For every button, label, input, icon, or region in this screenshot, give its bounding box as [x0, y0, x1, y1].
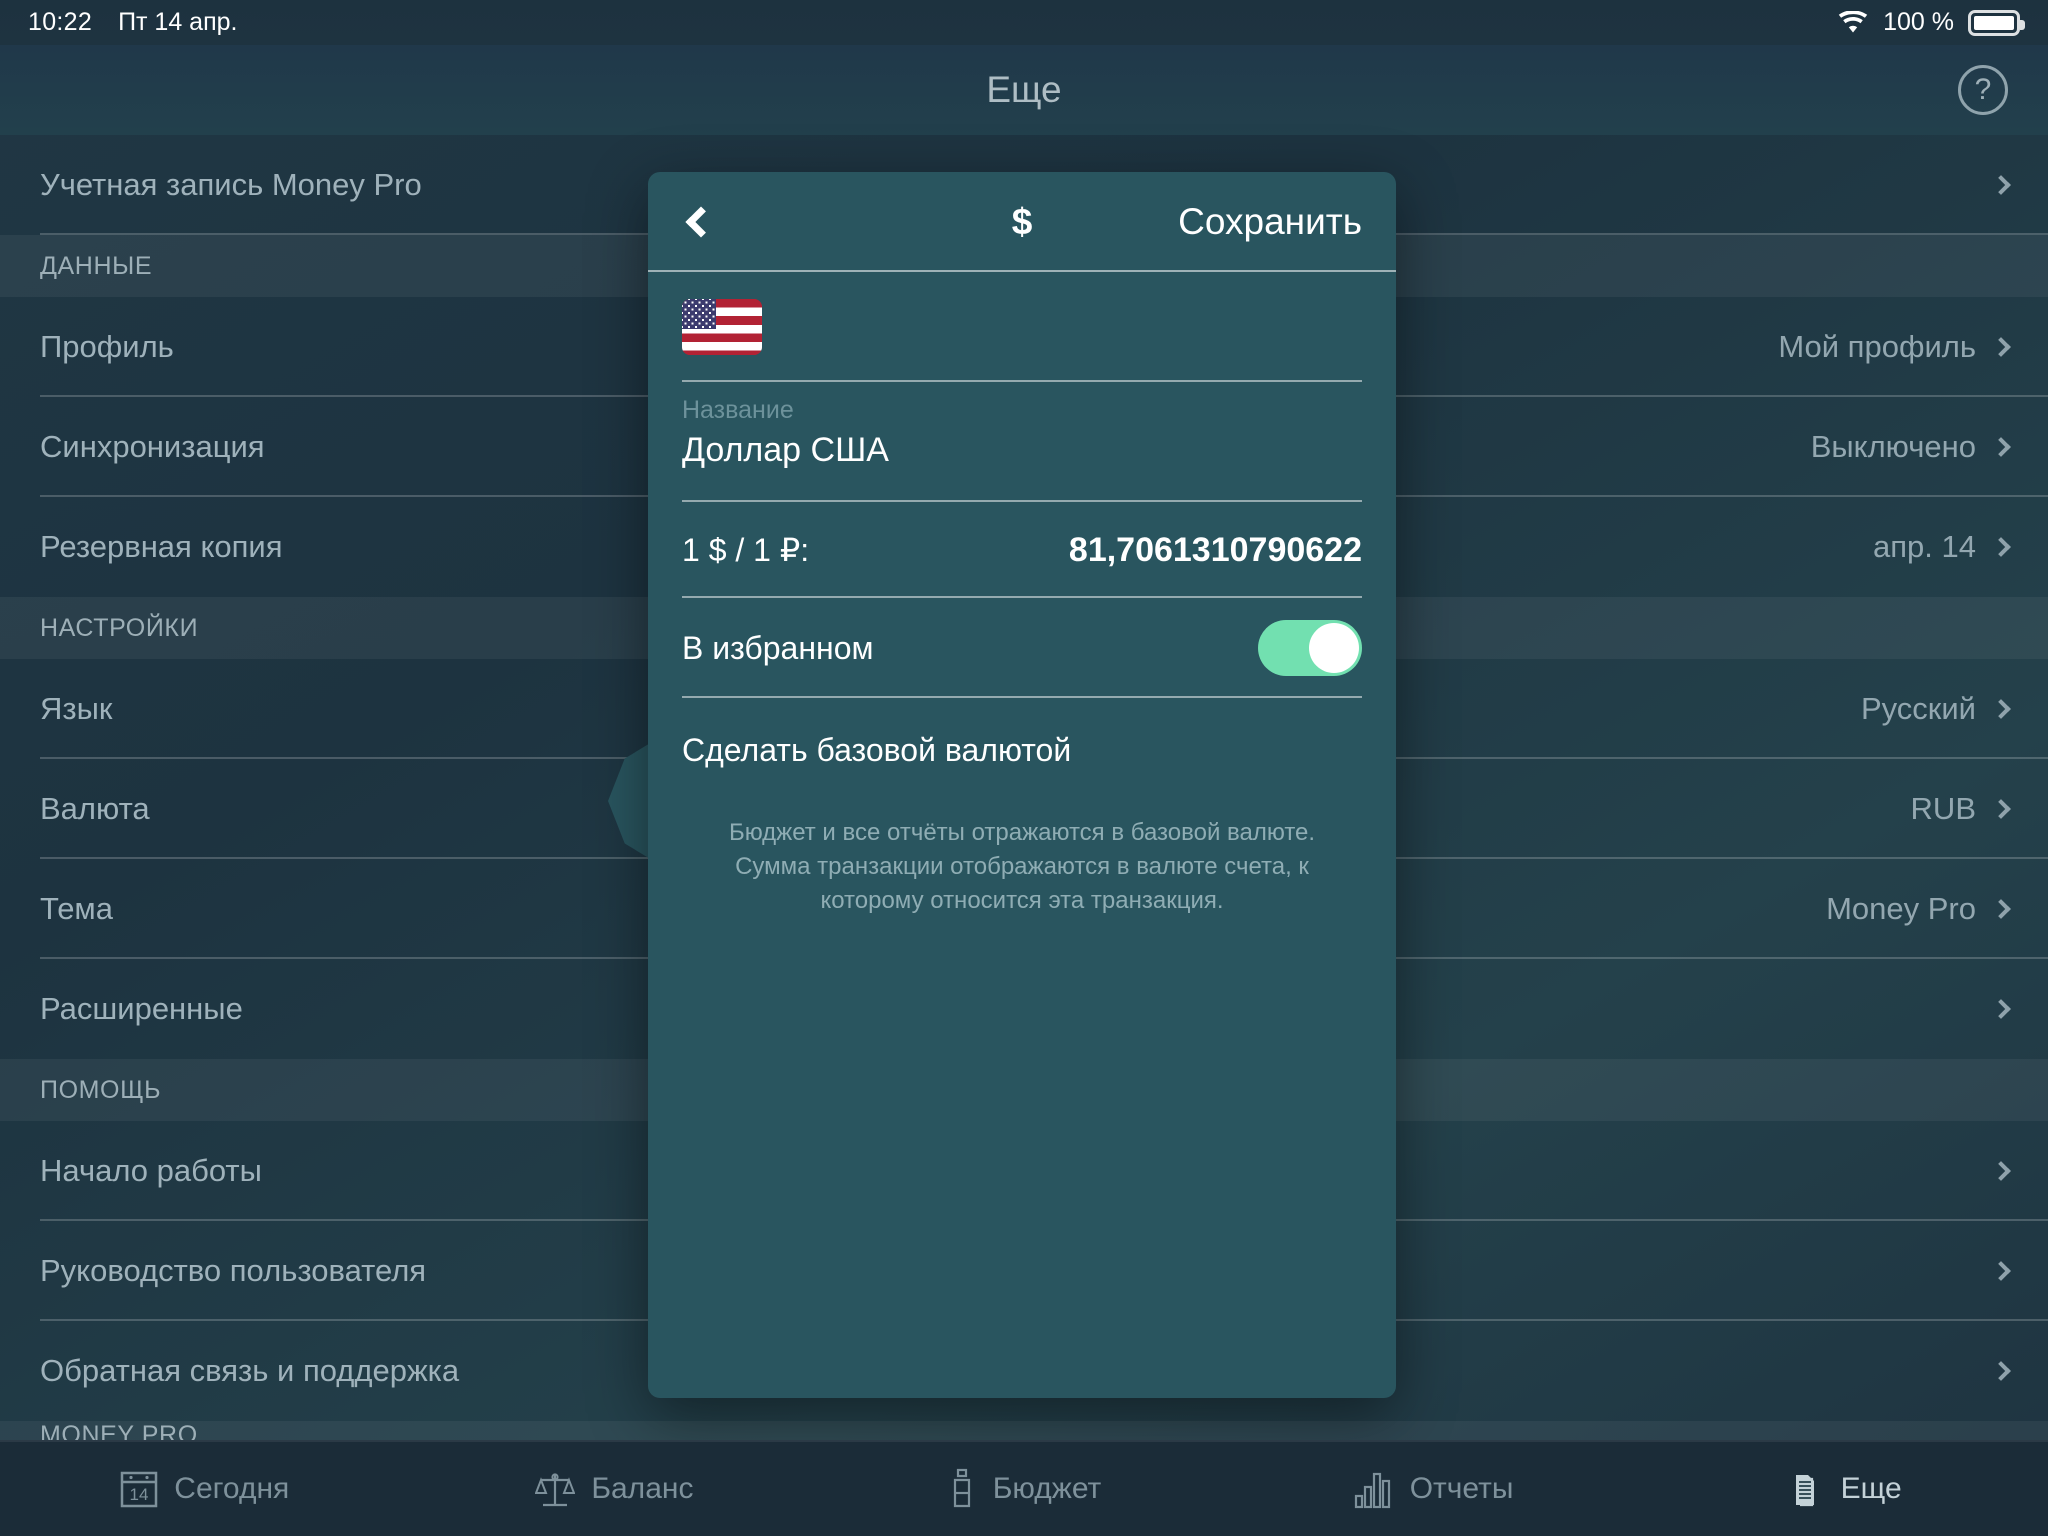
- exchange-rate-row[interactable]: 1 $ / 1 ₽: 81,7061310790622: [648, 502, 1396, 598]
- exchange-rate-value: 81,7061310790622: [1068, 530, 1362, 569]
- favorite-row: В избранном: [648, 598, 1396, 698]
- favorite-label: В избранном: [682, 629, 874, 666]
- chevron-right-icon: [1991, 337, 2011, 357]
- page-title: Еще: [986, 69, 1062, 110]
- popover-note: Бюджет и все отчёты отражаются в базовой…: [728, 819, 1316, 915]
- calendar-icon: 14: [120, 1469, 158, 1509]
- chevron-right-icon: [1991, 1161, 2011, 1181]
- scales-icon: [535, 1469, 576, 1509]
- us-flag-icon: [682, 299, 762, 355]
- currency-popover: $ Сохранить Название Доллар США 1 $ / 1 …: [648, 172, 1396, 1398]
- tab-label: Сегодня: [174, 1472, 290, 1505]
- tab-bar: 14 Сегодня Баланс Бюджет Отчеты Еще: [0, 1440, 2048, 1536]
- flag-row: [648, 272, 1396, 382]
- tab-label: Отчеты: [1409, 1472, 1514, 1505]
- tab-today[interactable]: 14 Сегодня: [0, 1469, 410, 1509]
- nav-header: Еще ?: [0, 45, 2048, 135]
- list-item-value: Русский: [1860, 691, 1976, 726]
- currency-name-field[interactable]: Название Доллар США: [648, 382, 1396, 502]
- chevron-right-icon: [1991, 999, 2011, 1019]
- tab-label: Бюджет: [992, 1472, 1102, 1505]
- battery-full-icon: [1968, 9, 2025, 36]
- section-header-label: НАСТРОЙКИ: [40, 613, 199, 642]
- chevron-right-icon: [1991, 899, 2011, 919]
- section-header-label: ДАННЫЕ: [40, 251, 153, 280]
- battery-percent: 100 %: [1883, 8, 1954, 36]
- list-item-value: RUB: [1910, 791, 1976, 826]
- chevron-right-icon: [1991, 1261, 2011, 1281]
- chevron-right-icon: [1991, 537, 2011, 557]
- currency-name-value: Доллар США: [682, 431, 889, 469]
- svg-text:14: 14: [130, 1485, 149, 1504]
- make-base-currency-label: Сделать базовой валютой: [682, 731, 1072, 768]
- bar-chart-icon: [1354, 1469, 1394, 1509]
- chevron-right-icon: [1991, 1361, 2011, 1381]
- documents-icon: [1785, 1467, 1825, 1511]
- list-item-value: апр. 14: [1873, 529, 1976, 564]
- chevron-right-icon: [1991, 437, 2011, 457]
- tab-label: Еще: [1840, 1472, 1902, 1505]
- chevron-right-icon: [1991, 699, 2011, 719]
- app-root: 10:22 Пт 14 апр. 100 % Еще ? Учетная зап…: [0, 0, 2048, 1536]
- tab-budget[interactable]: Бюджет: [819, 1468, 1229, 1510]
- popover-header: $ Сохранить: [648, 172, 1396, 272]
- status-time: 10:22: [28, 8, 93, 36]
- wifi-icon: [1837, 10, 1869, 35]
- currency-name-label: Название: [682, 396, 794, 424]
- status-right-cluster: 100 %: [1837, 8, 2025, 37]
- tab-reports[interactable]: Отчеты: [1229, 1469, 1639, 1509]
- favorite-toggle[interactable]: [1258, 620, 1362, 676]
- list-item-value: Выключено: [1810, 429, 1976, 464]
- tab-balance[interactable]: Баланс: [410, 1469, 820, 1509]
- tab-label: Баланс: [591, 1472, 694, 1505]
- exchange-rate-label: 1 $ / 1 ₽:: [682, 532, 810, 568]
- tab-more[interactable]: Еще: [1638, 1467, 2048, 1511]
- chevron-right-icon: [1991, 175, 2011, 195]
- status-bar: 10:22 Пт 14 апр. 100 %: [0, 0, 2048, 45]
- list-item-value: Мой профиль: [1778, 329, 1976, 364]
- section-header-label: ПОМОЩЬ: [40, 1075, 162, 1104]
- save-button[interactable]: Сохранить: [1178, 201, 1362, 243]
- list-item-value: Money Pro: [1826, 891, 1976, 926]
- question-mark-icon[interactable]: ?: [1958, 65, 2008, 115]
- chevron-right-icon: [1991, 799, 2011, 819]
- make-base-currency-button[interactable]: Сделать базовой валютой: [648, 698, 1396, 802]
- status-date: Пт 14 апр.: [118, 8, 238, 36]
- bottle-icon: [947, 1468, 977, 1510]
